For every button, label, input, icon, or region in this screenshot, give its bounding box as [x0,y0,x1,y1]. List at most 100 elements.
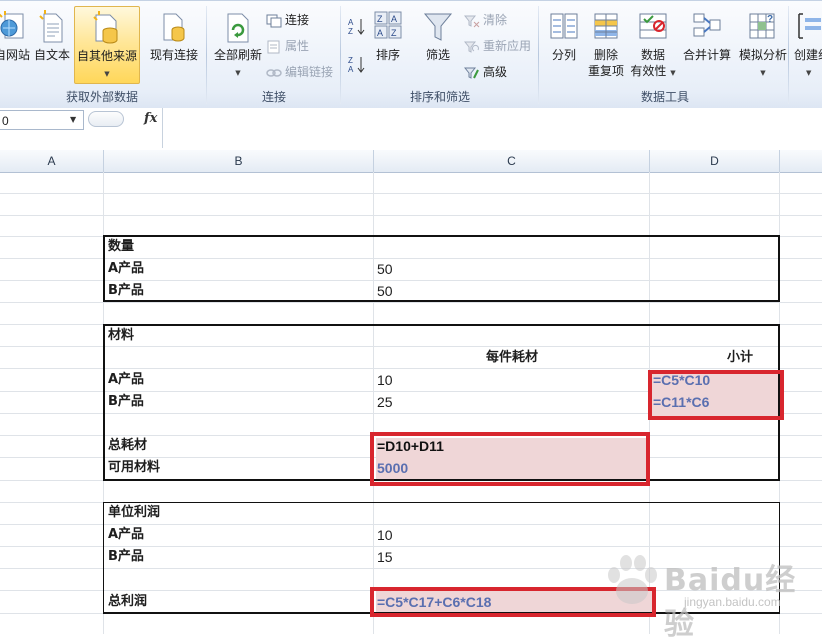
group-sort-filter: A Z Z A Z A A Z 排序 筛选 清除 重新应用 高级 排序和筛选 [342,2,538,106]
quantity-b-label[interactable]: B产品 [108,280,144,302]
unit-profit-b-value[interactable]: 15 [377,546,393,568]
filter-label: 筛选 [425,48,450,62]
quantity-b-value[interactable]: 50 [377,280,393,302]
create-group-label: 创建组 [794,48,822,62]
sort-ascending-icon: A Z [348,18,365,36]
material-per-unit-header[interactable]: 每件耗材 [374,347,650,369]
edit-links-button[interactable]: 编辑链接 [266,62,333,82]
remove-duplicates-label-1: 删除 [593,48,618,62]
sort-descending-button[interactable]: Z A [348,54,366,74]
column-header-b[interactable]: B [104,150,374,172]
group-separator [206,6,207,104]
data-validation-icon [639,13,667,39]
connections-button[interactable]: 连接 [266,10,309,30]
connections-icon [266,14,282,27]
material-b-label[interactable]: B产品 [108,391,144,413]
existing-connections-icon [163,13,185,42]
chevron-down-icon: ▼ [235,69,241,77]
what-if-analysis-icon: ? [749,13,775,39]
existing-connections-button[interactable]: 现有连接 [146,6,202,84]
text-file-icon [39,10,63,43]
link-icon [266,68,282,77]
svg-text:A: A [391,14,397,24]
data-validation-label-2: 有效性 ▼ [628,63,678,81]
available-material-label[interactable]: 可用材料 [108,457,160,479]
connections-label: 连接 [285,13,310,27]
from-other-sources-button[interactable]: 自其他来源 ▼ [74,6,140,84]
chevron-down-icon: ▼ [104,70,110,78]
what-if-analysis-button[interactable]: ? 模拟分析 ▼ [734,6,792,84]
unit-profit-a-label[interactable]: A产品 [108,524,144,546]
chevron-down-icon[interactable]: ▼ [70,115,76,124]
consolidate-label: 合并计算 [682,48,731,62]
column-header-e[interactable] [780,150,822,172]
text-to-columns-button[interactable]: 分列 [544,6,584,84]
baidu-watermark: Baidu经验 jingyan.baidu.com [600,545,810,642]
reapply-button[interactable]: 重新应用 [464,36,531,56]
from-web-button[interactable]: 自网站 [0,6,30,84]
text-to-columns-icon [550,13,578,39]
unit-profit-b-label[interactable]: B产品 [108,546,144,568]
web-icon [0,11,24,39]
sort-label: 排序 [375,48,400,62]
watermark-url: jingyan.baidu.com [684,595,781,609]
material-title[interactable]: 材料 [108,325,134,347]
group-get-external-data: 自网站 自文本 自其他来源 ▼ 现有连接 获取外部数据 [0,2,204,106]
quantity-a-label[interactable]: A产品 [108,258,144,280]
refresh-all-button[interactable]: 全部刷新 ▼ [210,6,266,84]
create-group-button[interactable]: 创建组 ▼ [792,6,822,84]
properties-button[interactable]: 属性 [266,36,309,56]
column-header-a[interactable]: A [0,150,104,172]
group-separator [538,6,539,104]
column-header-d[interactable]: D [650,150,780,172]
annotation-box-subtotal [648,370,784,420]
group-data-tools: 分列 删除 重复项 数据 有效性 ▼ 合并计算 ? 模拟分析 ▼ 数据工具 [540,2,790,106]
refresh-icon [227,13,249,43]
formula-input[interactable] [162,108,822,148]
sort-ascending-button[interactable]: A Z [348,16,366,36]
other-sources-icon [93,11,118,44]
column-header-c[interactable]: C [374,150,650,172]
quantity-a-value[interactable]: 50 [377,258,393,280]
unit-profit-a-value[interactable]: 10 [377,524,393,546]
unit-profit-title[interactable]: 单位利润 [108,502,160,524]
advanced-filter-button[interactable]: 高级 [464,62,507,82]
data-validation-label-1: 数据 [640,48,665,62]
svg-text:A: A [348,18,354,27]
group-label-sort-filter: 排序和筛选 [409,90,470,104]
quantity-title[interactable]: 数量 [108,236,134,258]
remove-duplicates-button[interactable]: 删除 重复项 [584,6,628,84]
material-b-value[interactable]: 25 [377,391,393,413]
advanced-filter-icon [464,67,479,79]
paw-logo-icon [608,555,657,604]
clear-label: 清除 [483,13,508,27]
formula-bar-expand-handle[interactable] [88,111,124,127]
from-other-sources-label: 自其他来源 [76,49,137,63]
insert-function-icon[interactable]: fx [144,111,157,126]
group-label-connections: 连接 [261,90,286,104]
advanced-label: 高级 [483,65,508,79]
ribbon: 自网站 自文本 自其他来源 ▼ 现有连接 获取外部数据 全部刷新 ▼ 连接 属性… [0,0,822,109]
material-subtotal-header[interactable]: 小计 [650,347,822,369]
total-profit-label[interactable]: 总利润 [108,591,147,613]
consolidate-button[interactable]: 合并计算 [678,6,736,84]
text-to-columns-label: 分列 [551,48,576,62]
material-a-value[interactable]: 10 [377,369,393,391]
clear-button[interactable]: 清除 [464,10,507,30]
data-validation-label-2-text: 有效性 [630,64,667,78]
sort-button[interactable]: Z A A Z 排序 [370,6,406,84]
svg-text:Z: Z [348,56,353,65]
group-connections: 全部刷新 ▼ 连接 属性 编辑链接 连接 [208,2,340,106]
ribbon-top-line [0,0,822,1]
refresh-all-label: 全部刷新 [213,48,262,62]
total-consumption-label[interactable]: 总耗材 [108,435,147,457]
svg-text:?: ? [767,14,773,25]
gridline [0,215,822,216]
from-text-button[interactable]: 自文本 [32,6,72,84]
gridline [0,193,822,194]
material-a-label[interactable]: A产品 [108,369,144,391]
annotation-box-consumption [370,432,650,486]
filter-button[interactable]: 筛选 [416,6,460,84]
data-validation-button[interactable]: 数据 有效性 ▼ [628,6,678,84]
group-icon [798,13,821,39]
